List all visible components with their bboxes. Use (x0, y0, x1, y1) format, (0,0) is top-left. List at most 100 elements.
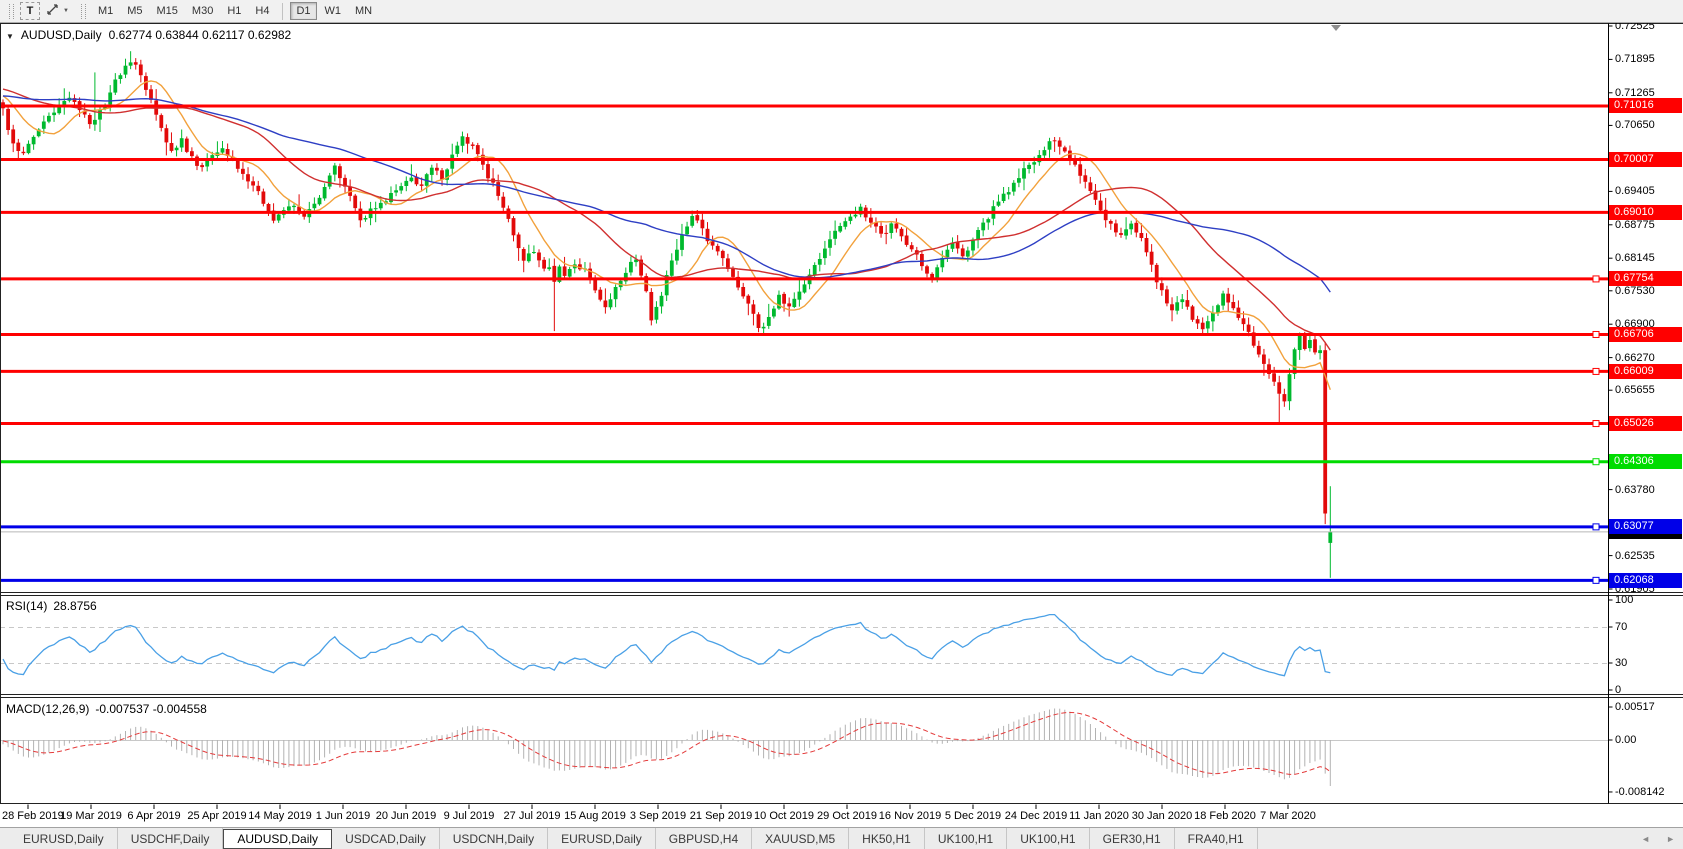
candle-body (119, 75, 123, 79)
level-handle[interactable] (1593, 421, 1599, 427)
timeframe-w1-button[interactable]: W1 (319, 2, 348, 20)
candle-body (568, 269, 572, 277)
chart-canvas[interactable] (0, 0, 1683, 849)
tab-audusd-daily[interactable]: AUDUSD,Daily (223, 829, 332, 849)
moving-average-30[interactable] (3, 89, 1330, 350)
chart-title: AUDUSD,Daily 0.62774 0.63844 0.62117 0.6… (6, 28, 291, 42)
candle-body (455, 146, 459, 154)
candle-body (124, 66, 128, 75)
candle-body (1165, 289, 1169, 303)
candle-body (139, 65, 143, 76)
candle-body (716, 246, 720, 252)
candle-body (501, 197, 505, 208)
candle-body (185, 139, 189, 152)
candle-body (803, 284, 807, 292)
toolbar: T M1M5M15M30H1H4 D1W1MN (0, 0, 1683, 23)
toolbar-grip[interactable] (81, 4, 86, 19)
candle-body (680, 235, 684, 250)
tab-hk50-h1[interactable]: HK50,H1 (849, 828, 925, 849)
candle-body (563, 266, 567, 276)
candle-body (236, 161, 240, 169)
candle-body (1124, 229, 1128, 235)
moving-average-55[interactable] (3, 96, 1330, 292)
candle-body (389, 193, 393, 202)
candle-body (685, 227, 689, 235)
candle-body (16, 143, 20, 151)
timeframe-m1-button[interactable]: M1 (92, 2, 119, 20)
candle-body (752, 304, 756, 313)
candle-body (267, 204, 271, 211)
timeframe-d1-button[interactable]: D1 (290, 2, 316, 20)
candle-body (971, 240, 975, 251)
candle-body (655, 307, 659, 320)
level-handle[interactable] (1593, 577, 1599, 583)
rsi-line (3, 615, 1330, 676)
toolbar-grip[interactable] (9, 4, 14, 19)
timeframe-h1-button[interactable]: H1 (221, 2, 247, 20)
tab-gbpusd-h4[interactable]: GBPUSD,H4 (656, 828, 752, 849)
candle-body (420, 184, 424, 186)
candle-body (379, 203, 383, 208)
candle-body (1007, 192, 1011, 194)
level-handle[interactable] (1593, 524, 1599, 530)
chart-shift-icon[interactable] (1331, 25, 1341, 31)
tab-usdchf-daily[interactable]: USDCHF,Daily (118, 828, 224, 849)
tab-uk100-h1[interactable]: UK100,H1 (925, 828, 1007, 849)
candle-body (649, 292, 653, 320)
candle-body (440, 170, 444, 179)
candle-body (1318, 350, 1322, 353)
candle-body (1186, 300, 1190, 307)
candle-body (471, 145, 475, 146)
collapse-icon[interactable] (6, 28, 14, 42)
candle-body (910, 245, 914, 249)
level-handle[interactable] (1593, 331, 1599, 337)
candle-body (798, 292, 802, 300)
candle-body (200, 165, 204, 167)
tab-usdcad-daily[interactable]: USDCAD,Daily (332, 828, 440, 849)
candle-body (1288, 374, 1292, 401)
candle-body (1053, 140, 1057, 141)
tab-eurusd-daily[interactable]: EURUSD,Daily (548, 828, 656, 849)
candle-body (741, 287, 745, 296)
tab-uk100-h1[interactable]: UK100,H1 (1007, 828, 1089, 849)
candle-body (1313, 339, 1317, 352)
text-tool-button[interactable]: T (20, 2, 40, 20)
candle-body (1109, 221, 1113, 224)
diagonal-arrows-icon (46, 3, 59, 19)
candle-body (1226, 294, 1230, 303)
candle-body (175, 148, 179, 151)
tab-usdcnh-daily[interactable]: USDCNH,Daily (440, 828, 548, 849)
candle-body (767, 317, 771, 326)
timeframe-m15-button[interactable]: M15 (151, 2, 184, 20)
timeframe-h4-button[interactable]: H4 (249, 2, 275, 20)
tab-eurusd-daily[interactable]: EURUSD,Daily (10, 828, 118, 849)
cursor-tool-button[interactable] (40, 2, 75, 20)
candle-body (542, 260, 546, 269)
tabs-scroll-right-icon[interactable] (1666, 834, 1675, 844)
level-handle[interactable] (1593, 276, 1599, 282)
candle-body (1058, 141, 1062, 147)
tab-fra40-h1[interactable]: FRA40,H1 (1175, 828, 1258, 849)
rsi-value: 28.8756 (53, 599, 96, 613)
timeframe-m5-button[interactable]: M5 (121, 2, 148, 20)
level-handle[interactable] (1593, 368, 1599, 374)
candle-body (165, 128, 169, 142)
tab-ger30-h1[interactable]: GER30,H1 (1090, 828, 1175, 849)
candle-body (1032, 162, 1036, 164)
candle-body (762, 327, 766, 329)
candle-body (399, 186, 403, 190)
candle-body (374, 208, 378, 209)
candle-body (889, 223, 893, 233)
tabs-scroll-left-icon[interactable] (1641, 834, 1650, 844)
moving-average-10[interactable] (3, 81, 1330, 390)
tab-xauusd-m5[interactable]: XAUUSD,M5 (752, 828, 849, 849)
candle-body (757, 314, 761, 328)
mt4-window: 0.725250.718950.712650.706500.694050.687… (0, 0, 1683, 849)
candle-body (180, 138, 184, 147)
candle-body (1216, 305, 1220, 313)
timeframe-m30-button[interactable]: M30 (186, 2, 219, 20)
candle-body (1272, 373, 1276, 381)
timeframe-mn-button[interactable]: MN (349, 2, 378, 20)
candle-body (1277, 382, 1281, 393)
level-handle[interactable] (1593, 459, 1599, 465)
